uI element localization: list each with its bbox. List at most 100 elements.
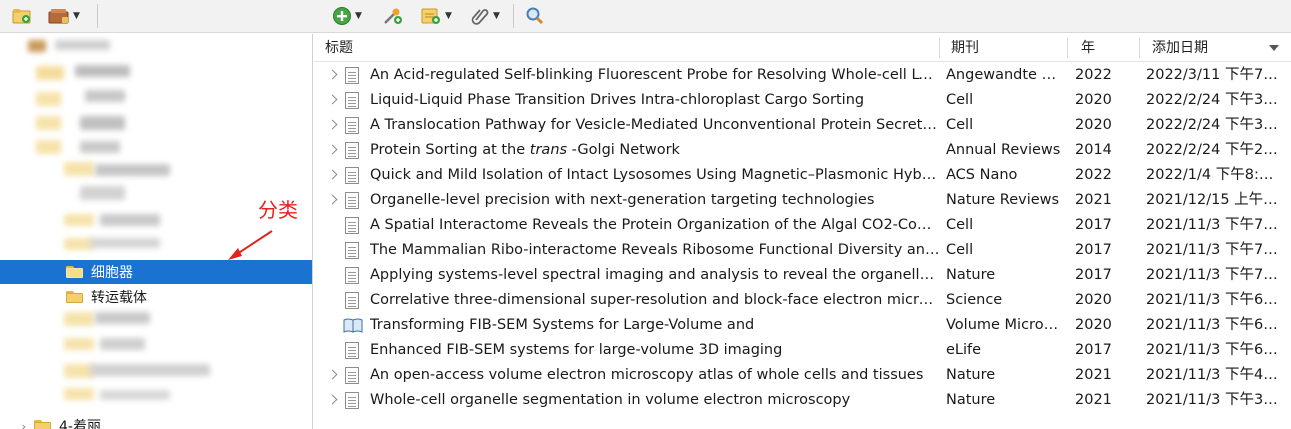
cell-date-added: 2022/2/24 下午3:… [1146,117,1280,133]
table-row[interactable]: A Translocation Pathway for Vesicle-Medi… [314,113,1291,138]
annotation-arrow-icon [228,230,273,260]
cell-date-added: 2021/12/15 上午… [1146,192,1278,208]
cell-title-part: -Golgi Network [567,142,680,158]
dropdown-arrow-icon: ▼ [445,11,452,21]
cell-title-italic: trans [529,142,568,158]
cell-year: 2022 [1075,167,1112,183]
table-row[interactable]: Transforming FIB-SEM Systems for Large-V… [314,313,1291,338]
table-row[interactable]: Protein Sorting at the trans -Golgi Netw… [314,138,1291,163]
table-row[interactable]: Organelle-level precision with next-gene… [314,188,1291,213]
column-header-year[interactable]: 年 [1081,34,1095,62]
dropdown-arrow-icon: ▼ [355,11,362,21]
attachment-button[interactable]: ▼ [470,5,500,27]
chevron-right-icon[interactable] [327,69,338,80]
chevron-right-icon[interactable] [327,94,338,105]
book-icon [343,318,363,333]
sort-descending-icon[interactable] [1269,45,1279,51]
cell-year: 2020 [1075,317,1112,333]
cell-date-added: 2021/11/3 下午7:… [1146,267,1280,283]
cell-title: Correlative three-dimensional super-reso… [370,292,940,308]
cell-journal: Nature [946,267,996,283]
document-icon [345,192,359,209]
table-header: 标题 期刊 年 添加日期 [314,34,1291,62]
cell-title: Applying systems-level spectral imaging … [370,267,940,283]
cell-journal: Cell [946,242,974,258]
chevron-right-icon[interactable] [327,144,338,155]
cell-title: Whole-cell organelle segmentation in vol… [370,392,851,408]
cell-year: 2017 [1075,217,1112,233]
new-item-icon [333,7,351,25]
search-icon [526,7,544,25]
dropdown-arrow-icon: ▼ [493,11,500,21]
document-icon [345,167,359,184]
document-icon [345,92,359,109]
cell-title: Quick and Mild Isolation of Intact Lysos… [370,167,940,183]
column-header-date-added[interactable]: 添加日期 [1152,34,1208,62]
document-icon [345,67,359,84]
cell-year: 2017 [1075,242,1112,258]
cell-journal: Cell [946,217,974,233]
table-row[interactable]: Liquid-Liquid Phase Transition Drives In… [314,88,1291,113]
new-item-button[interactable]: ▼ [332,5,362,27]
chevron-right-icon[interactable] [327,194,338,205]
table-row[interactable]: Enhanced FIB-SEM systems for large-volum… [314,338,1291,363]
add-by-identifier-icon [384,8,402,24]
cell-year: 2021 [1075,367,1112,383]
new-library-button[interactable]: ▼ [48,5,80,27]
cell-journal: Annual Reviews [946,142,1061,158]
document-icon [345,392,359,409]
cell-title: An open-access volume electron microscop… [370,367,924,383]
cell-title: A Spatial Interactome Reveals the Protei… [370,217,940,233]
table-row[interactable]: Whole-cell organelle segmentation in vol… [314,388,1291,413]
table-row[interactable]: Quick and Mild Isolation of Intact Lysos… [314,163,1291,188]
cell-title: Protein Sorting at the trans -Golgi Netw… [370,138,940,163]
document-icon [345,292,359,309]
cell-date-added: 2021/11/3 下午7:… [1146,217,1280,233]
cell-journal: Angewandte Chemie [946,67,1061,83]
cell-date-added: 2022/2/24 下午3:… [1146,92,1280,108]
dropdown-arrow-icon: ▼ [73,11,80,21]
cell-journal: Cell [946,117,974,133]
cell-year: 2020 [1075,92,1112,108]
document-icon [345,117,359,134]
search-button[interactable] [525,5,545,27]
cell-title: An Acid-regulated Self-blinking Fluoresc… [370,67,940,83]
cell-date-added: 2021/11/3 下午4:… [1146,367,1280,383]
table-row[interactable]: A Spatial Interactome Reveals the Protei… [314,213,1291,238]
cell-journal: Science [946,292,1003,308]
document-icon [345,367,359,384]
cell-title: The Mammalian Ribo-interactome Reveals R… [370,242,940,258]
table-row[interactable]: An Acid-regulated Self-blinking Fluoresc… [314,63,1291,88]
cell-year: 2017 [1075,267,1112,283]
new-collection-button[interactable] [12,5,32,27]
cell-year: 2020 [1075,292,1112,308]
cell-journal: Nature [946,392,996,408]
document-icon [345,267,359,284]
chevron-right-icon[interactable] [327,119,338,130]
cell-date-added: 2021/11/3 下午6:… [1146,292,1280,308]
document-icon [345,217,359,234]
table-row[interactable]: Applying systems-level spectral imaging … [314,263,1291,288]
table-row[interactable]: An open-access volume electron microscop… [314,363,1291,388]
chevron-right-icon[interactable] [327,169,338,180]
table-row[interactable]: The Mammalian Ribo-interactome Reveals R… [314,238,1291,263]
cell-date-added: 2021/11/3 下午7:… [1146,242,1280,258]
cell-year: 2020 [1075,117,1112,133]
new-note-button[interactable]: ▼ [420,5,452,27]
document-icon [345,242,359,259]
chevron-right-icon[interactable] [327,369,338,380]
cell-journal: Nature [946,367,996,383]
cell-title: Enhanced FIB-SEM systems for large-volum… [370,342,783,358]
cell-date-added: 2021/11/3 下午3:… [1146,392,1280,408]
table-row[interactable]: Correlative three-dimensional super-reso… [314,288,1291,313]
column-header-journal[interactable]: 期刊 [951,34,979,62]
chevron-right-icon[interactable] [327,394,338,405]
toolbar: ▼ ▼ ▼ ▼ [0,0,1291,33]
cell-journal: Volume Microscopy [946,317,1061,333]
cell-journal: Nature Reviews [946,192,1060,208]
cell-journal: eLife [946,342,982,358]
document-icon [345,342,359,359]
column-header-title[interactable]: 标题 [325,34,353,62]
cell-year: 2021 [1075,192,1112,208]
add-by-identifier-button[interactable] [382,5,404,27]
